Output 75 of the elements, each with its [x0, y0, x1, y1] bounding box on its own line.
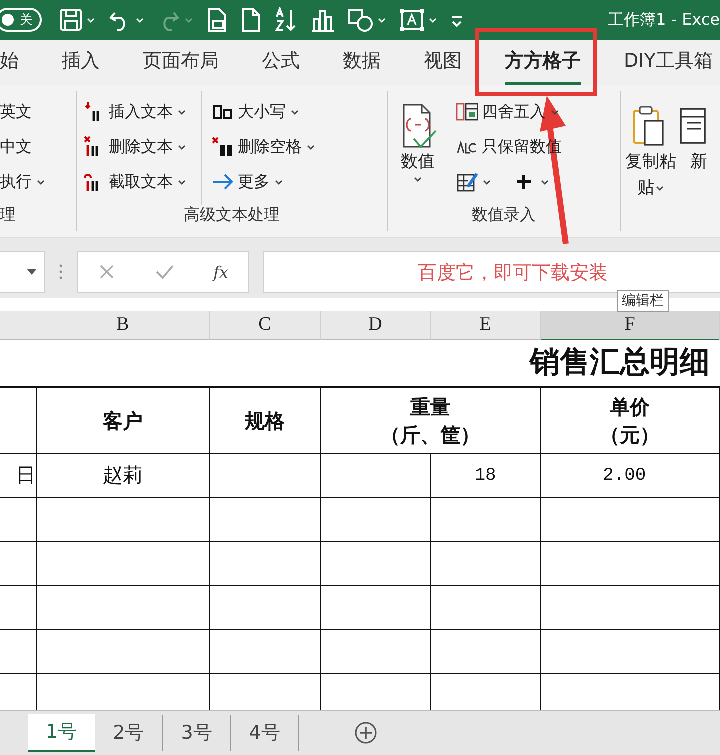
- document-icon[interactable]: [240, 7, 262, 33]
- window-title: 工作簿1 - Exce: [608, 10, 720, 30]
- add-sheet-icon[interactable]: [354, 721, 378, 745]
- ribbon-button[interactable]: 中文: [0, 132, 46, 162]
- group-label: 高级文本处理: [183, 205, 281, 226]
- delete-spaces-icon: [212, 136, 234, 158]
- caret-icon[interactable]: [377, 16, 387, 24]
- grip-icon: [59, 264, 63, 280]
- formula-input[interactable]: 百度它，即可下载安装: [263, 251, 720, 293]
- caret-icon[interactable]: [654, 184, 664, 193]
- caret-icon[interactable]: [290, 108, 300, 116]
- ribbon-tab[interactable]: 始: [0, 40, 19, 85]
- bar-chart-icon[interactable]: [310, 7, 336, 33]
- header-text: 重量: [410, 394, 450, 420]
- table-cell: [0, 498, 37, 542]
- ribbon-button[interactable]: 删除文本: [83, 132, 187, 162]
- ribbon-button[interactable]: 截取文本: [83, 167, 187, 197]
- caret-icon[interactable]: [482, 178, 492, 186]
- insert-function-button[interactable]: fx: [214, 262, 228, 282]
- header-text: （斤、筐）: [380, 422, 480, 448]
- caret-icon[interactable]: [177, 142, 187, 152]
- ribbon-button[interactable]: 更多: [212, 167, 316, 197]
- table-cell: [0, 586, 37, 630]
- check-icon[interactable]: [154, 263, 175, 281]
- text-box-icon[interactable]: [398, 7, 426, 33]
- ribbon-tab[interactable]: 视图: [424, 40, 462, 85]
- header-text: （元）: [600, 422, 660, 448]
- ribbon-tab[interactable]: 公式: [262, 40, 300, 85]
- group-label: 理: [0, 205, 17, 226]
- table-cell: 赵莉: [37, 454, 210, 498]
- sheet-tab[interactable]: 1号: [28, 714, 96, 752]
- caret-icon[interactable]: [36, 178, 46, 186]
- sheet-tab[interactable]: 4号: [231, 715, 300, 751]
- caret-icon[interactable]: [177, 178, 187, 186]
- table-cell: 18: [431, 454, 541, 498]
- ribbon-tab[interactable]: 页面布局: [143, 40, 219, 85]
- caret-icon[interactable]: [413, 175, 423, 184]
- print-preview-icon[interactable]: [205, 7, 229, 33]
- ribbon-button[interactable]: 插入文本: [83, 97, 187, 127]
- table-cell: [0, 630, 37, 674]
- ribbon-button[interactable]: 英文: [0, 97, 46, 127]
- sheet-tab[interactable]: 2号: [95, 715, 164, 751]
- annotation-text: 百度它，即可下载安装: [418, 261, 608, 286]
- table-pen-icon: [456, 171, 478, 193]
- ribbon-tab[interactable]: 插入: [62, 40, 100, 85]
- table-cell: 日: [0, 454, 37, 498]
- shapes-icon[interactable]: [347, 7, 375, 33]
- sheet-tab[interactable]: 3号: [163, 715, 232, 751]
- ribbon-button[interactable]: 复制粘贴: [618, 149, 684, 201]
- caret-icon[interactable]: [177, 108, 187, 116]
- table-cell: [0, 542, 37, 586]
- ribbon-tab[interactable]: DIY工具箱: [624, 40, 713, 85]
- ribbon-tab[interactable]: 数据: [343, 40, 381, 85]
- save-icon[interactable]: [58, 7, 84, 33]
- caret-icon[interactable]: [306, 142, 316, 152]
- tooltip: 编辑栏: [617, 290, 669, 312]
- ribbon-button[interactable]: 大小写: [212, 97, 316, 127]
- sheet-title: 销售汇总明细: [528, 344, 711, 382]
- caret-icon[interactable]: [274, 178, 284, 186]
- table-round-icon: [456, 101, 478, 123]
- header-text: 单价: [610, 394, 650, 420]
- ribbon-button[interactable]: 数值: [393, 149, 443, 184]
- header-text: 规格: [245, 408, 285, 434]
- caret-icon[interactable]: [428, 16, 438, 24]
- caret-icon[interactable]: [135, 16, 145, 24]
- column-header[interactable]: F: [541, 311, 720, 341]
- header-text: 客户: [103, 408, 143, 434]
- dropdown-icon[interactable]: [26, 268, 38, 276]
- caret-icon[interactable]: [86, 16, 96, 24]
- autosave-toggle[interactable]: 关: [0, 8, 42, 32]
- ribbon-button[interactable]: 删除空格: [212, 132, 316, 162]
- group-label: 数值录入: [471, 205, 537, 226]
- table-cell: 2.00: [541, 454, 720, 498]
- ribbon-button[interactable]: 执行: [0, 167, 46, 197]
- caret-icon[interactable]: [540, 178, 550, 186]
